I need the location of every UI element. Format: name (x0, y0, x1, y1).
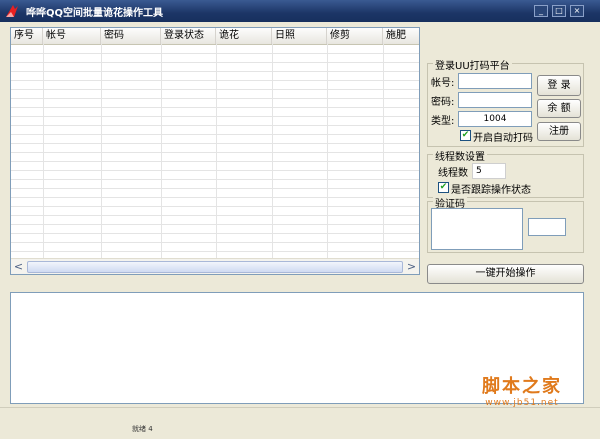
close-button[interactable]: × (570, 5, 584, 17)
auto-captcha-label: 开启自动打码 (473, 133, 533, 144)
checkmark-icon: ✔ (439, 182, 448, 192)
account-label: 帐号: (431, 78, 455, 89)
status-bar (0, 407, 600, 432)
scroll-left-icon[interactable]: < (11, 259, 26, 274)
login-button[interactable]: 登 录 (537, 75, 581, 96)
maximize-button[interactable]: □ (552, 5, 566, 17)
password-input[interactable] (458, 92, 532, 108)
thread-group-title: 线程数设置 (433, 148, 487, 163)
column-header-fertilize[interactable]: 施肥 (383, 28, 419, 44)
column-header-prune[interactable]: 修剪 (327, 28, 383, 44)
column-header-login-status[interactable]: 登录状态 (161, 28, 216, 44)
checkmark-icon: ✔ (461, 130, 470, 140)
column-header-sunlight[interactable]: 日照 (272, 28, 327, 44)
watermark-url: www.jb51.net (485, 398, 559, 408)
main-window: 哗哗QQ空间批量诡花操作工具 _ □ × 序号 帐号 密码 登录状态 诡花 日照… (0, 0, 600, 439)
window-title: 哗哗QQ空间批量诡花操作工具 (26, 8, 164, 19)
account-grid[interactable]: 序号 帐号 密码 登录状态 诡花 日照 修剪 施肥 < > (10, 27, 420, 275)
start-all-button[interactable]: 一键开始操作 (427, 264, 584, 284)
grid-body[interactable] (11, 44, 419, 260)
thread-group: 线程数设置 线程数 5 ✔ 是否跟踪操作状态 (427, 148, 584, 198)
watermark-logo: 脚本之家 (482, 376, 562, 397)
balance-button[interactable]: 余 额 (537, 99, 581, 118)
password-label: 密码: (431, 97, 455, 108)
scroll-right-icon[interactable]: > (404, 259, 419, 274)
watermark: 脚本之家 www.jb51.net (482, 372, 562, 408)
register-button[interactable]: 注册 (537, 122, 581, 141)
track-status-label: 是否跟踪操作状态 (451, 185, 531, 196)
auto-captcha-checkbox[interactable]: ✔ (460, 130, 471, 141)
status-text: 就绪 4 (132, 425, 153, 433)
grid-column-line (327, 44, 328, 260)
type-label: 类型: (431, 116, 455, 127)
grid-column-line (43, 44, 44, 260)
captcha-image (431, 208, 523, 250)
captcha-input[interactable] (528, 218, 566, 236)
column-header-index[interactable]: 序号 (11, 28, 43, 44)
grid-column-line (272, 44, 273, 260)
thread-count-label: 线程数 (438, 168, 468, 179)
track-status-checkbox[interactable]: ✔ (438, 182, 449, 193)
grid-column-line (101, 44, 102, 260)
scroll-thumb[interactable] (27, 261, 403, 273)
captcha-group: 验证码 (427, 195, 584, 253)
app-logo-icon (6, 5, 18, 17)
column-header-password[interactable]: 密码 (101, 28, 161, 44)
grid-column-line (383, 44, 384, 260)
title-bar[interactable]: 哗哗QQ空间批量诡花操作工具 _ □ × (0, 0, 600, 22)
grid-header: 序号 帐号 密码 登录状态 诡花 日照 修剪 施肥 (11, 28, 419, 45)
thread-count-input[interactable]: 5 (472, 163, 506, 179)
grid-column-line (161, 44, 162, 260)
account-input[interactable] (458, 73, 532, 89)
grid-column-line (216, 44, 217, 260)
column-header-account[interactable]: 帐号 (43, 28, 101, 44)
login-group: 登录UU打码平台 帐号: 密码: 类型: 1004 登 录 余 额 注册 ✔ 开… (427, 57, 584, 147)
horizontal-scrollbar[interactable]: < > (11, 258, 419, 274)
type-input[interactable]: 1004 (458, 111, 532, 127)
column-header-flower[interactable]: 诡花 (216, 28, 272, 44)
login-group-title: 登录UU打码平台 (433, 57, 512, 72)
minimize-button[interactable]: _ (534, 5, 548, 17)
